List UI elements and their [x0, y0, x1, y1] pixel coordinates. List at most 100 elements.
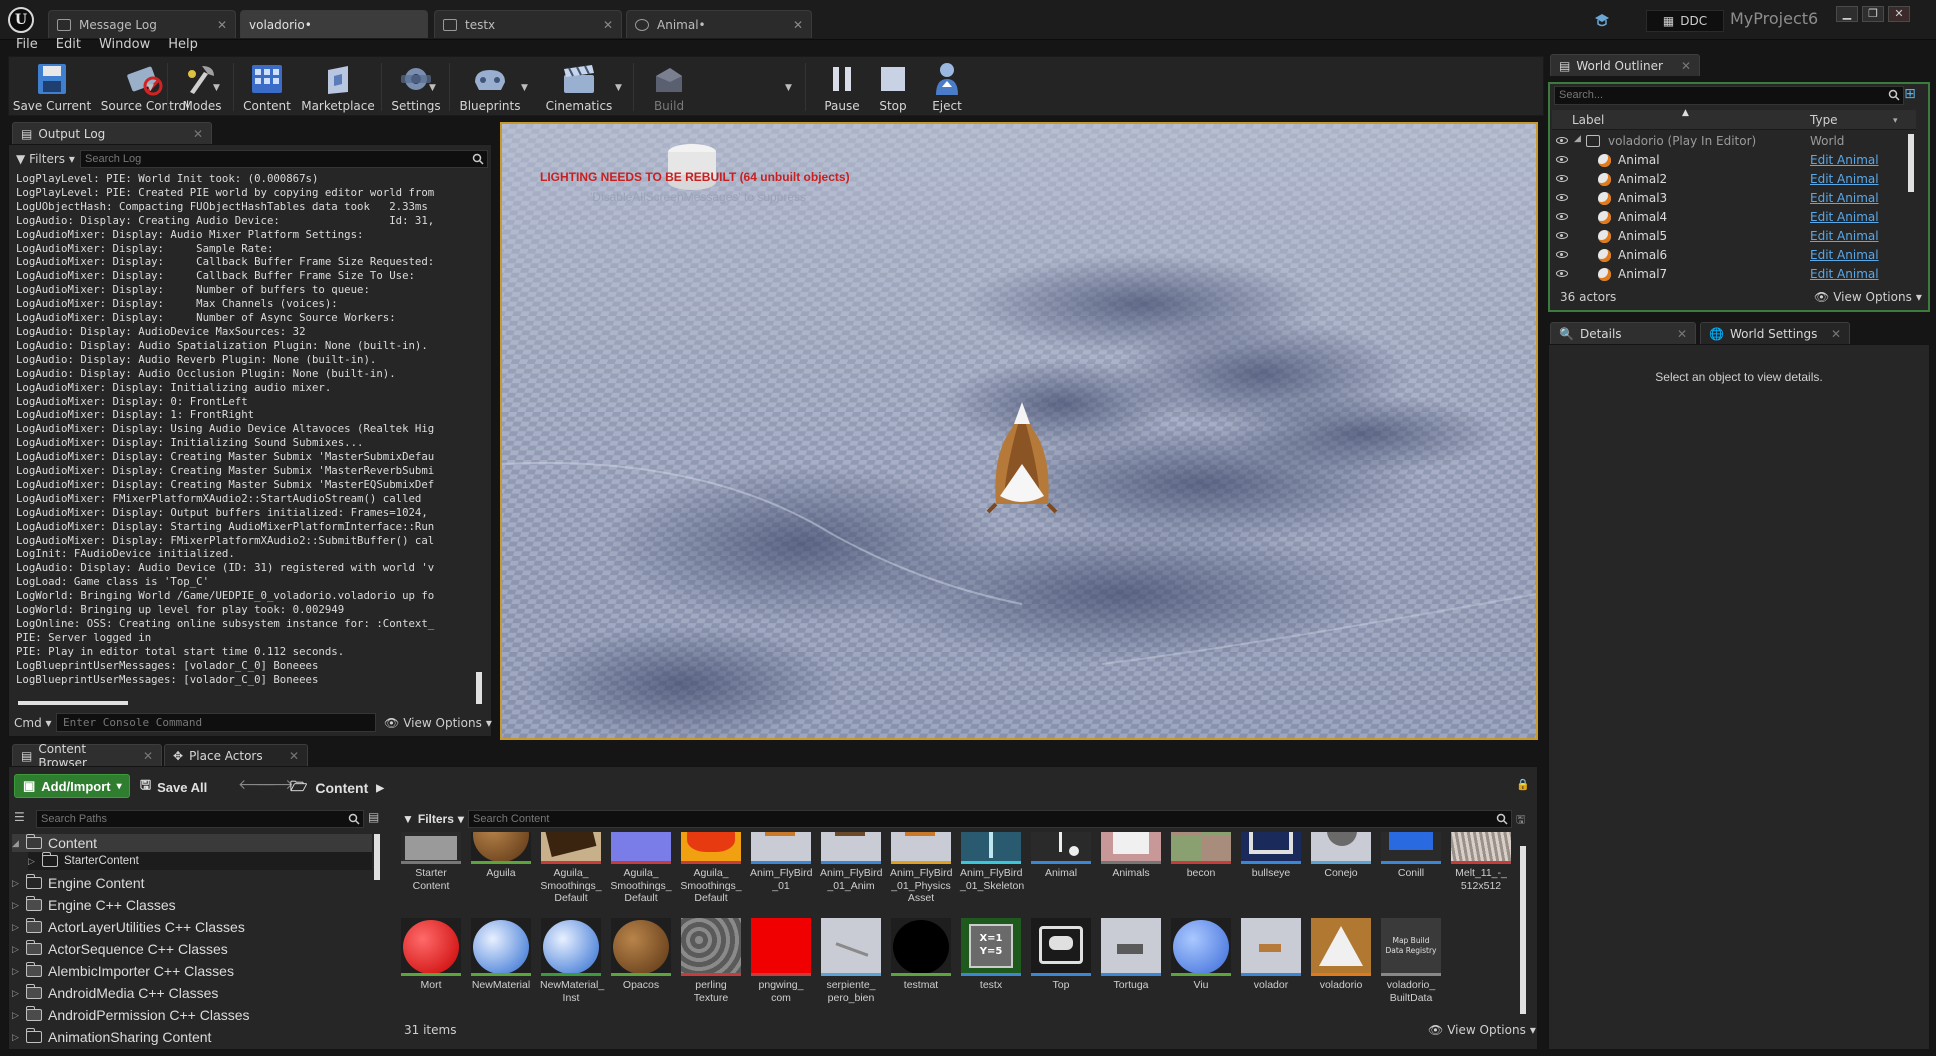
log-horizontal-scrollbar[interactable] [18, 701, 128, 705]
tab-output-log[interactable]: ▤ Output Log ✕ [12, 122, 212, 144]
edit-actor-link[interactable]: Edit Animal [1810, 248, 1879, 262]
eye-icon[interactable] [1556, 137, 1568, 144]
chevron-right-icon[interactable]: ▶ [376, 783, 384, 794]
log-scrollbar[interactable] [476, 672, 482, 704]
learn-icon[interactable] [1594, 12, 1610, 28]
eye-icon[interactable] [1556, 270, 1568, 277]
outliner-row[interactable]: Animal6 Edit Animal [1552, 246, 1916, 265]
chevron-down-icon[interactable]: ▼ [521, 83, 528, 93]
sources-toggle-icon[interactable]: ☰ [14, 810, 25, 824]
outliner-row[interactable]: Animal4 Edit Animal [1552, 208, 1916, 227]
tree-item-engine-content[interactable]: ▷ Engine Content [12, 874, 145, 892]
asset-tile[interactable]: Mort [400, 918, 462, 992]
expand-arrow-icon[interactable]: ▷ [12, 878, 20, 889]
expand-arrow-icon[interactable]: ▷ [12, 988, 20, 999]
close-window-button[interactable]: ✕ [1888, 6, 1910, 22]
lock-icon[interactable]: 🔒 [1516, 778, 1530, 791]
console-command-input[interactable]: Enter Console Command [56, 713, 376, 732]
expand-arrow-icon[interactable]: ▷ [12, 900, 20, 911]
edit-actor-link[interactable]: Edit Animal [1810, 172, 1879, 186]
asset-tile[interactable]: bullseye [1240, 832, 1302, 880]
asset-tile[interactable]: serpiente_ pero_bien [820, 918, 882, 1004]
tree-item-engine-cpp[interactable]: ▷ Engine C++ Classes [12, 896, 176, 914]
add-import-button[interactable]: ▣ Add/Import ▾ [14, 774, 130, 798]
eye-icon[interactable] [1556, 175, 1568, 182]
chevron-down-icon[interactable]: ▼ [785, 83, 792, 93]
close-icon[interactable]: ✕ [193, 127, 203, 141]
asset-tile[interactable]: Conejo [1310, 832, 1372, 880]
ddc-status[interactable]: ▦ DDC [1646, 10, 1724, 32]
asset-tile[interactable]: Aguila_ Smoothings_ Default [540, 832, 602, 905]
tree-item-androidpermission[interactable]: ▷ AndroidPermission C++ Classes [12, 1006, 250, 1024]
tree-item-starter-content[interactable]: ▷ StarterContent [28, 852, 372, 870]
save-current-button[interactable]: Save Current [13, 57, 91, 117]
forward-arrow-icon[interactable]: 🡒 [256, 776, 294, 793]
search-paths-input[interactable]: Search Paths [36, 810, 364, 828]
eye-icon[interactable] [1556, 194, 1568, 201]
eject-button[interactable]: Eject [923, 57, 971, 117]
asset-tile[interactable]: X=1 Y=5 testx [960, 918, 1022, 992]
asset-tile[interactable]: Melt_11_-_ 512x512 [1450, 832, 1512, 892]
log-search-input[interactable]: Search Log [80, 150, 488, 168]
tree-item-animationsharing[interactable]: ▷ AnimationSharing Content [12, 1028, 211, 1046]
tree-item-androidmedia[interactable]: ▷ AndroidMedia C++ Classes [12, 984, 218, 1002]
asset-tile[interactable]: Opacos [610, 918, 672, 992]
menu-file[interactable]: File [8, 35, 46, 54]
outliner-row[interactable]: Animal7 Edit Animal [1552, 265, 1916, 284]
asset-tile[interactable]: testmat [890, 918, 952, 992]
chevron-down-icon[interactable]: ▼ [615, 83, 622, 93]
tab-place-actors[interactable]: ✥ Place Actors ✕ [164, 744, 308, 766]
asset-tile[interactable]: Starter Content [400, 832, 462, 892]
asset-tile[interactable]: pngwing_ com [750, 918, 812, 1004]
close-icon[interactable]: ✕ [289, 749, 299, 763]
outliner-search-input[interactable]: Search... [1554, 86, 1904, 105]
edit-actor-link[interactable]: Edit Animal [1810, 267, 1879, 281]
expand-arrow-icon[interactable]: ▷ [12, 922, 20, 933]
pause-button[interactable]: Pause [817, 57, 867, 117]
modes-button[interactable]: Modes [171, 57, 233, 117]
close-icon[interactable]: ✕ [217, 18, 227, 32]
expand-arrow-icon[interactable]: ▷ [12, 966, 20, 977]
cmd-dropdown[interactable]: Cmd ▾ [14, 716, 52, 730]
asset-tile[interactable]: voladorio [1310, 918, 1372, 992]
chevron-down-icon[interactable]: ▼ [429, 83, 436, 93]
asset-tile[interactable]: volador [1240, 918, 1302, 992]
asset-tile[interactable]: Anim_FlyBird _01_Skeleton [960, 832, 1024, 892]
edit-actor-link[interactable]: Edit Animal [1810, 191, 1879, 205]
chevron-down-icon[interactable]: ▾ [1893, 116, 1898, 126]
edit-actor-link[interactable]: Edit Animal [1810, 153, 1879, 167]
tree-item-actorlayerutilities[interactable]: ▷ ActorLayerUtilities C++ Classes [12, 918, 245, 936]
level-viewport[interactable] [500, 122, 1538, 740]
asset-tile[interactable]: becon [1170, 832, 1232, 880]
content-button[interactable]: Content [237, 57, 297, 117]
outliner-view-options[interactable]: 👁 View Options ▾ [1814, 290, 1922, 304]
settings-button[interactable]: Settings [385, 57, 447, 117]
close-icon[interactable]: ✕ [1831, 327, 1841, 341]
close-icon[interactable]: ✕ [603, 18, 613, 32]
chevron-down-icon[interactable]: ▼ [147, 83, 154, 93]
add-folder-icon[interactable]: ⊞ [1900, 86, 1920, 105]
tree-item-content[interactable]: ◢ Content [12, 834, 372, 852]
asset-tile[interactable]: Anim_FlyBird _01_Physics Asset [890, 832, 952, 905]
save-all-button[interactable]: 🖫 Save All [140, 776, 207, 798]
asset-tile[interactable]: NewMaterial [470, 918, 532, 992]
expand-arrow-icon[interactable]: ◢ [12, 838, 20, 849]
outliner-scrollbar[interactable] [1908, 134, 1914, 192]
eye-icon[interactable] [1556, 213, 1568, 220]
tab-world-settings[interactable]: 🌐 World Settings ✕ [1700, 322, 1850, 344]
content-view-options[interactable]: 👁 View Options ▾ [1428, 1023, 1536, 1037]
stop-button[interactable]: Stop [871, 57, 915, 117]
cinematics-button[interactable]: Cinematics [537, 57, 621, 117]
expand-arrow-icon[interactable]: ▷ [28, 856, 36, 867]
blueprints-button[interactable]: Blueprints [453, 57, 527, 117]
asset-tile[interactable]: Top [1030, 918, 1092, 992]
breadcrumb-content[interactable]: Content [315, 780, 368, 796]
build-button[interactable]: Build [637, 57, 701, 117]
marketplace-button[interactable]: Marketplace [299, 57, 377, 117]
asset-tile[interactable]: Aguila_ Smoothings_ Default [680, 832, 742, 905]
tree-item-alembicimporter[interactable]: ▷ AlembicImporter C++ Classes [12, 962, 234, 980]
outliner-row[interactable]: Animal3 Edit Animal [1552, 189, 1916, 208]
asset-tile[interactable]: Tortuga [1100, 918, 1162, 992]
asset-tile[interactable]: Map Build Data Registry voladorio_ Built… [1380, 918, 1442, 1004]
asset-tile[interactable]: Viu [1170, 918, 1232, 992]
